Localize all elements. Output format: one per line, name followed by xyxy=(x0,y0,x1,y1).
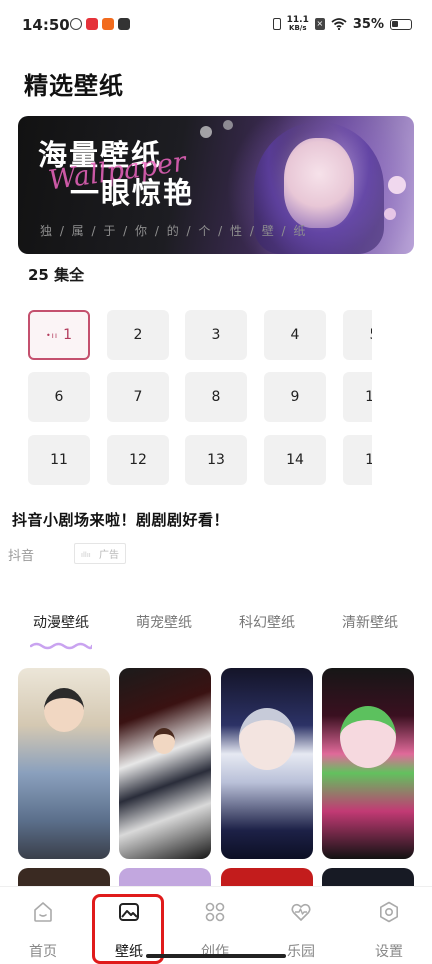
episode-number: 10 xyxy=(365,389,372,405)
banner-title-line2: 一眼惊艳 xyxy=(70,176,195,210)
status-time: 14:50 xyxy=(22,16,70,34)
net-speed-unit: KB/s xyxy=(289,24,307,32)
nav-label: 乐园 xyxy=(287,944,315,960)
settings-icon xyxy=(380,901,398,923)
episode-number: 11 xyxy=(50,452,68,468)
battery-percent: 35% xyxy=(352,16,384,32)
episode-12[interactable]: 12 xyxy=(107,435,169,485)
character-head xyxy=(44,688,84,732)
episode-number: 9 xyxy=(290,389,300,405)
ad-title[interactable]: 抖音小剧场来啦！剧剧剧好看！ xyxy=(12,509,229,530)
nav-create[interactable]: 创作 xyxy=(172,887,258,964)
episode-number: 15 xyxy=(365,452,372,468)
battery-icon xyxy=(390,18,412,30)
tab-scifi[interactable]: 科幻壁纸 xyxy=(239,612,295,632)
episode-number: 13 xyxy=(207,452,225,468)
episode-number: 14 xyxy=(286,452,304,468)
flower-decoration xyxy=(384,208,396,220)
episode-number: 6 xyxy=(54,389,64,405)
episode-grid: •ıı 1 2 3 4 5 6 7 8 9 10 11 12 13 14 15 xyxy=(28,310,372,490)
episode-9[interactable]: 9 xyxy=(264,372,326,422)
orange-app-icon xyxy=(102,18,114,30)
tab-active-underline xyxy=(30,642,92,650)
nav-label: 首页 xyxy=(29,944,57,960)
episode-2[interactable]: 2 xyxy=(107,310,169,360)
nav-home[interactable]: 首页 xyxy=(0,887,86,964)
banner[interactable]: 海量壁纸 Wallpaper 一眼惊艳 独 / 属 / 于 / 你 / 的 / … xyxy=(18,116,414,254)
heart-pulse-icon xyxy=(291,903,311,921)
ad-source: 抖音 xyxy=(8,549,35,564)
banner-illustration-face xyxy=(284,138,354,228)
tab-anime[interactable]: 动漫壁纸 xyxy=(33,612,89,632)
character-head xyxy=(340,706,396,768)
episode-5[interactable]: 5 xyxy=(343,310,372,360)
episode-14[interactable]: 14 xyxy=(264,435,326,485)
episode-6[interactable]: 6 xyxy=(28,372,90,422)
episode-8[interactable]: 8 xyxy=(185,372,247,422)
character-head xyxy=(153,728,175,754)
audio-wave-icon: ıllıı xyxy=(81,551,91,559)
episode-15[interactable]: 15 xyxy=(343,435,372,485)
page-title: 精选壁纸 xyxy=(24,72,124,100)
episode-number: 3 xyxy=(211,327,221,343)
bottom-nav: 首页 壁纸 创作 乐园 设置 xyxy=(0,886,432,964)
flower-decoration xyxy=(200,126,212,138)
tab-pets[interactable]: 萌宠壁纸 xyxy=(136,612,192,632)
flower-decoration xyxy=(388,176,406,194)
notification-icons xyxy=(70,18,130,30)
sim-off-icon: × xyxy=(314,18,325,30)
red-app-icon xyxy=(86,18,98,30)
episode-4[interactable]: 4 xyxy=(264,310,326,360)
home-indicator xyxy=(146,954,286,958)
wallpaper-card[interactable] xyxy=(322,668,414,859)
episode-number: 8 xyxy=(211,389,221,405)
episode-number: 12 xyxy=(129,452,147,468)
nav-settings[interactable]: 设置 xyxy=(346,887,432,964)
episode-7[interactable]: 7 xyxy=(107,372,169,422)
episode-11[interactable]: 11 xyxy=(28,435,90,485)
status-bar: 14:50 11.1 KB/s × 35% xyxy=(0,0,432,50)
home-icon xyxy=(34,902,52,922)
episode-number: 7 xyxy=(133,389,143,405)
episode-number: 4 xyxy=(290,327,300,343)
episode-3[interactable]: 3 xyxy=(185,310,247,360)
nav-label: 设置 xyxy=(375,944,403,960)
net-speed: 11.1 KB/s xyxy=(287,16,309,32)
nav-label: 创作 xyxy=(201,944,229,960)
nav-playground[interactable]: 乐园 xyxy=(258,887,344,964)
tab-fresh[interactable]: 清新壁纸 xyxy=(342,612,398,632)
episode-13[interactable]: 13 xyxy=(185,435,247,485)
vibrate-icon xyxy=(272,18,281,30)
episode-count: 25 集全 xyxy=(28,266,85,284)
status-right: 11.1 KB/s × 35% xyxy=(272,16,412,32)
banner-tagline: 独 / 属 / 于 / 你 / 的 / 个 / 性 / 壁 / 纸 xyxy=(40,224,308,238)
character-head xyxy=(239,708,295,770)
flower-decoration xyxy=(223,120,233,130)
sync-app-icon xyxy=(70,18,82,30)
episode-number: 1 xyxy=(63,327,73,343)
create-grid-icon xyxy=(205,902,225,922)
wallpaper-card[interactable] xyxy=(119,668,211,859)
episode-number: 5 xyxy=(370,327,372,343)
episode-number: 2 xyxy=(133,327,143,343)
wallpaper-card[interactable] xyxy=(221,668,313,859)
episode-1[interactable]: •ıı 1 xyxy=(28,310,90,360)
dark-app-icon xyxy=(118,18,130,30)
playing-indicator-icon: •ıı xyxy=(45,330,59,340)
wifi-icon xyxy=(331,18,347,30)
ad-badge: ıllıı 广告 xyxy=(74,543,126,564)
wallpaper-card[interactable] xyxy=(18,668,110,859)
ad-badge-label: 广告 xyxy=(99,550,119,561)
episode-10[interactable]: 10 xyxy=(343,372,372,422)
